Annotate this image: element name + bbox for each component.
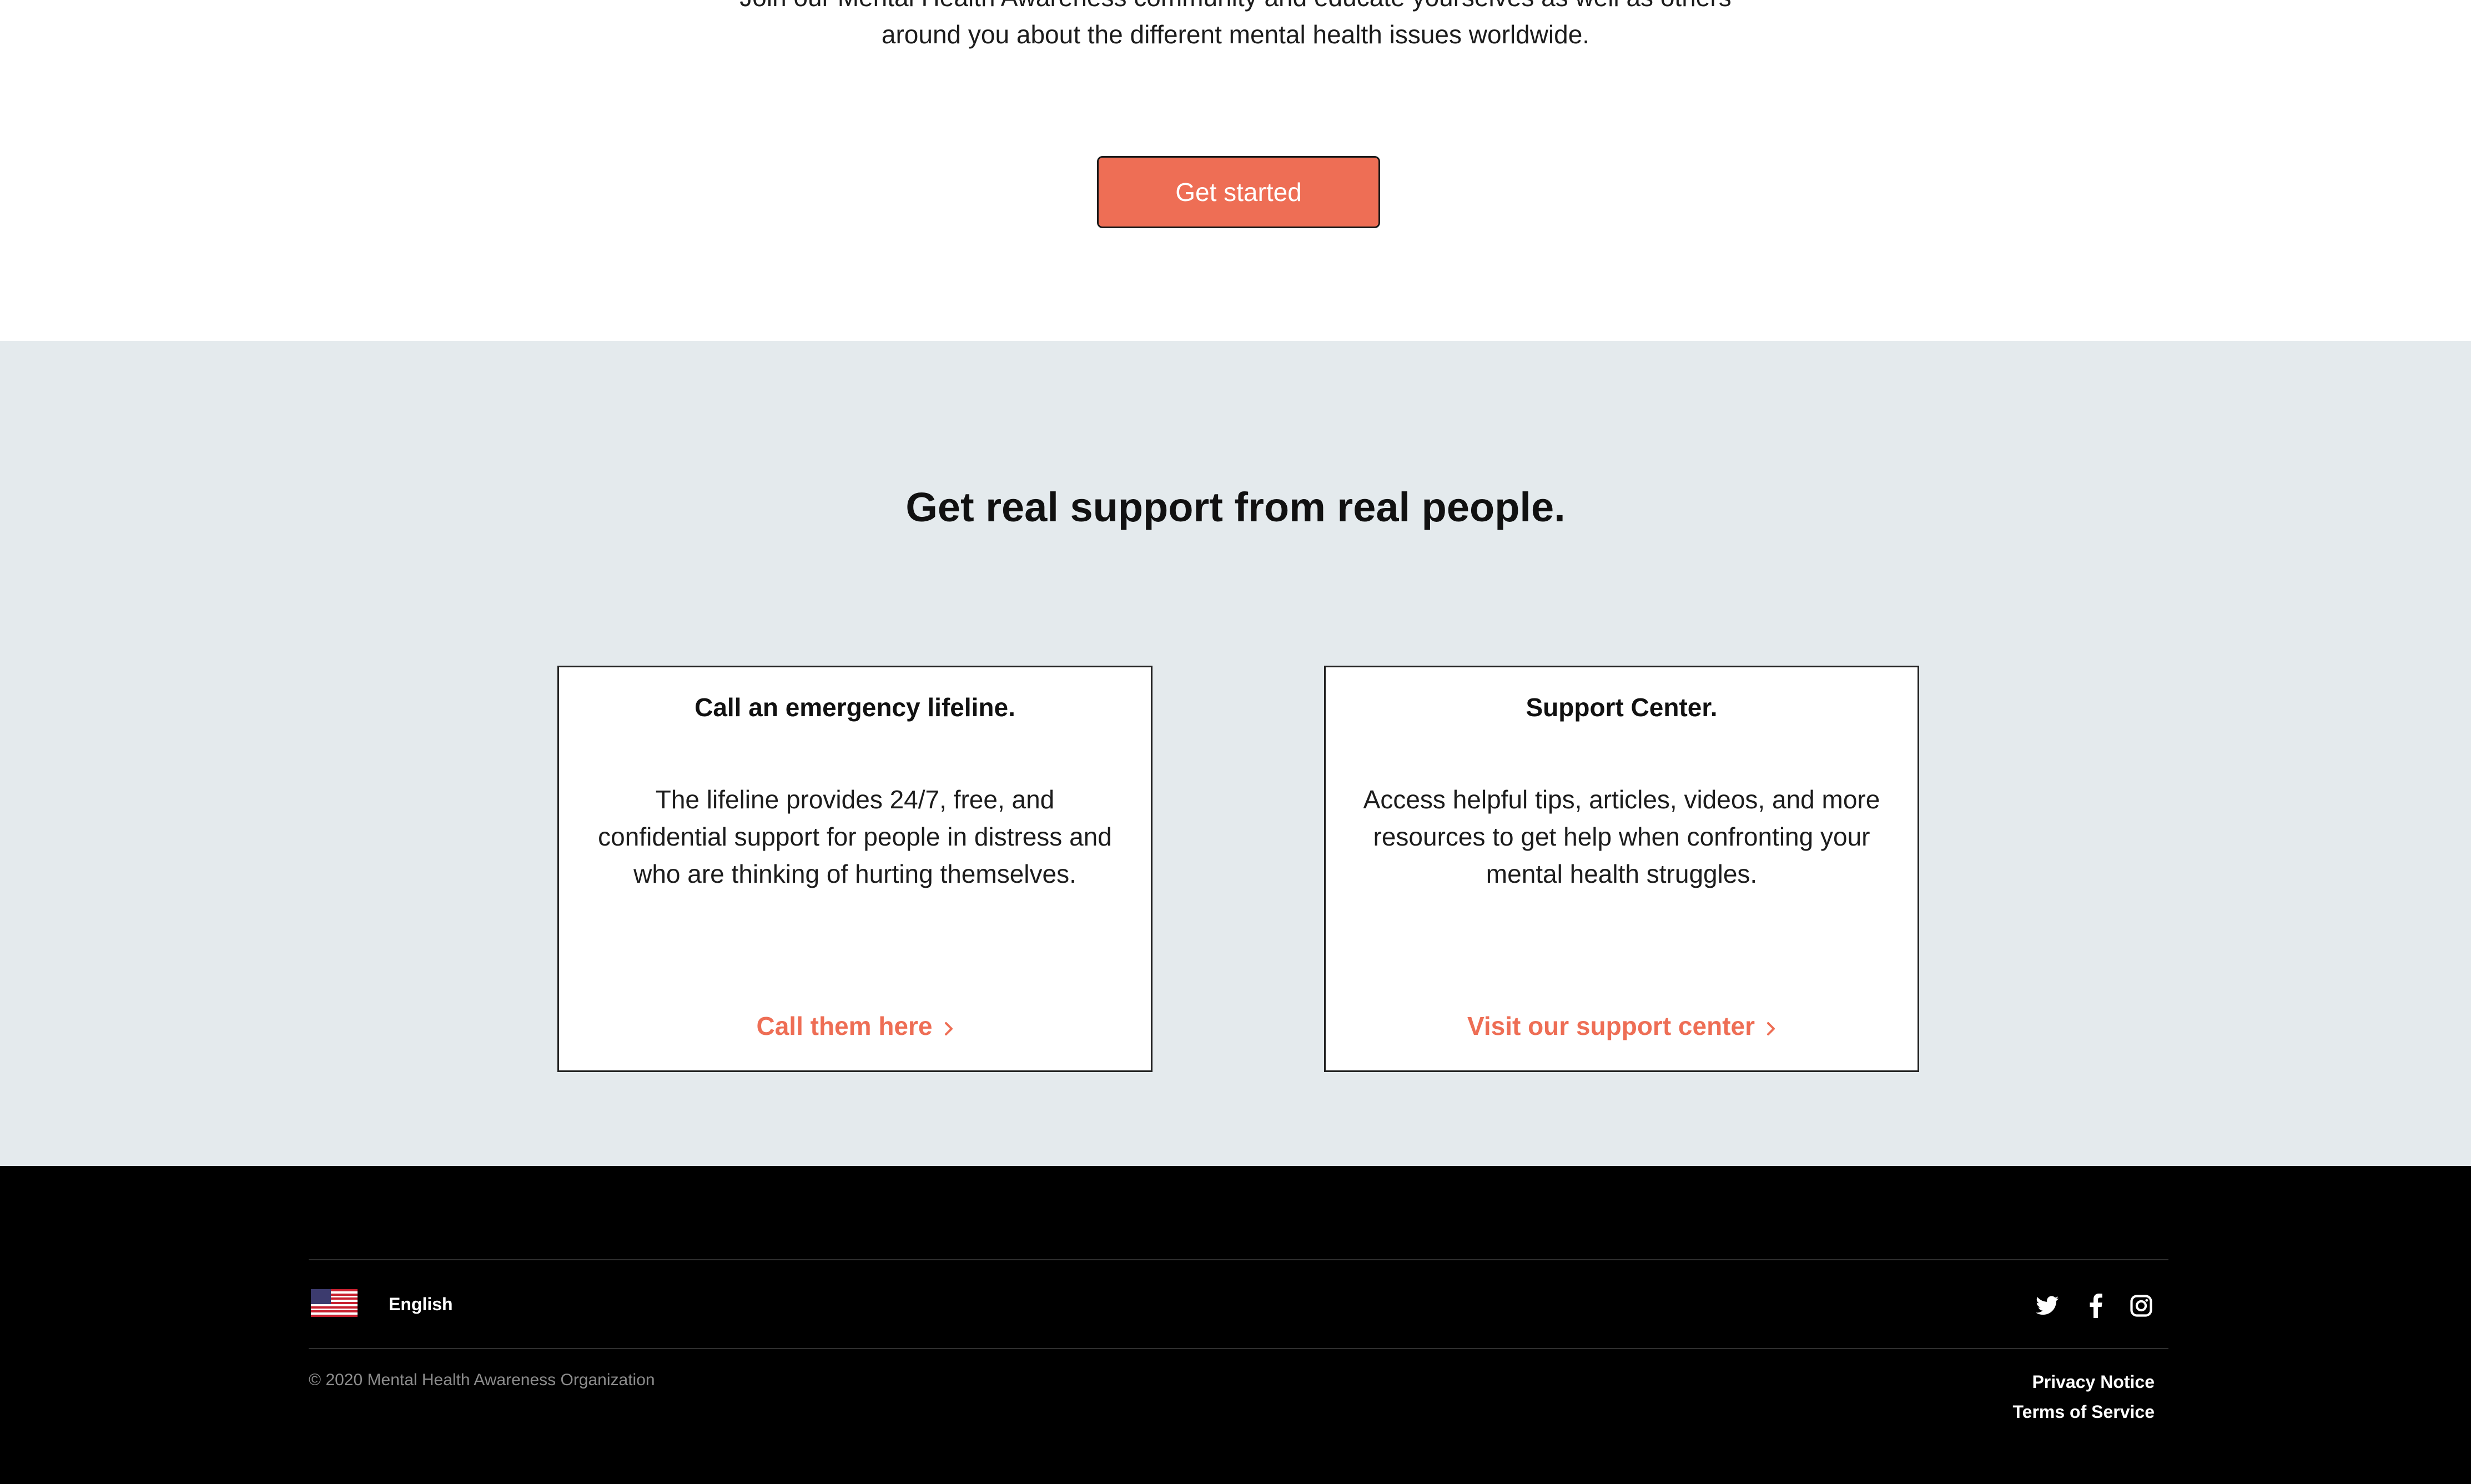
intro-text-line-1: Join our Mental Health Awareness communi…: [0, 0, 2471, 16]
footer: English © 2020 Mental Health Awareness O…: [0, 1166, 2471, 1484]
emergency-lifeline-card: Call an emergency lifeline. The lifeline…: [557, 666, 1153, 1072]
call-them-here-link[interactable]: Call them here: [559, 1008, 1151, 1046]
terms-of-service-link[interactable]: Terms of Service: [2012, 1397, 2155, 1427]
footer-divider: [309, 1348, 2168, 1349]
card-title: Call an emergency lifeline.: [695, 693, 1015, 722]
card-link-label: Visit our support center: [1467, 1012, 1755, 1040]
twitter-icon[interactable]: [2032, 1290, 2063, 1321]
us-flag-icon: [311, 1289, 358, 1320]
legal-links: Privacy Notice Terms of Service: [2012, 1367, 2155, 1427]
card-title: Support Center.: [1526, 693, 1718, 722]
support-heading: Get real support from real people.: [905, 484, 1566, 530]
privacy-notice-link[interactable]: Privacy Notice: [2012, 1367, 2155, 1397]
facebook-icon[interactable]: [2080, 1290, 2111, 1321]
card-body: The lifeline provides 24/7, free, and co…: [598, 785, 1112, 888]
intro-section: Join our Mental Health Awareness communi…: [0, 0, 2471, 341]
card-body: Access helpful tips, articles, videos, a…: [1363, 785, 1880, 888]
language-selector[interactable]: English: [311, 1289, 453, 1320]
footer-divider: [309, 1259, 2168, 1260]
instagram-icon[interactable]: [2126, 1290, 2157, 1321]
social-links: [2032, 1290, 2165, 1321]
copyright-text: © 2020 Mental Health Awareness Organizat…: [309, 1371, 655, 1389]
get-started-button[interactable]: Get started: [1097, 156, 1380, 228]
support-center-card: Support Center. Access helpful tips, art…: [1324, 666, 1919, 1072]
support-section: Get real support from real people. Call …: [0, 341, 2471, 1166]
card-link-label: Call them here: [756, 1012, 933, 1040]
chevron-right-icon: [944, 1010, 954, 1046]
language-label: English: [389, 1294, 453, 1314]
intro-text-line-2: around you about the different mental he…: [881, 20, 1590, 49]
visit-support-center-link[interactable]: Visit our support center: [1326, 1008, 1918, 1046]
chevron-right-icon: [1766, 1010, 1776, 1046]
page: Join our Mental Health Awareness communi…: [0, 0, 2471, 1484]
